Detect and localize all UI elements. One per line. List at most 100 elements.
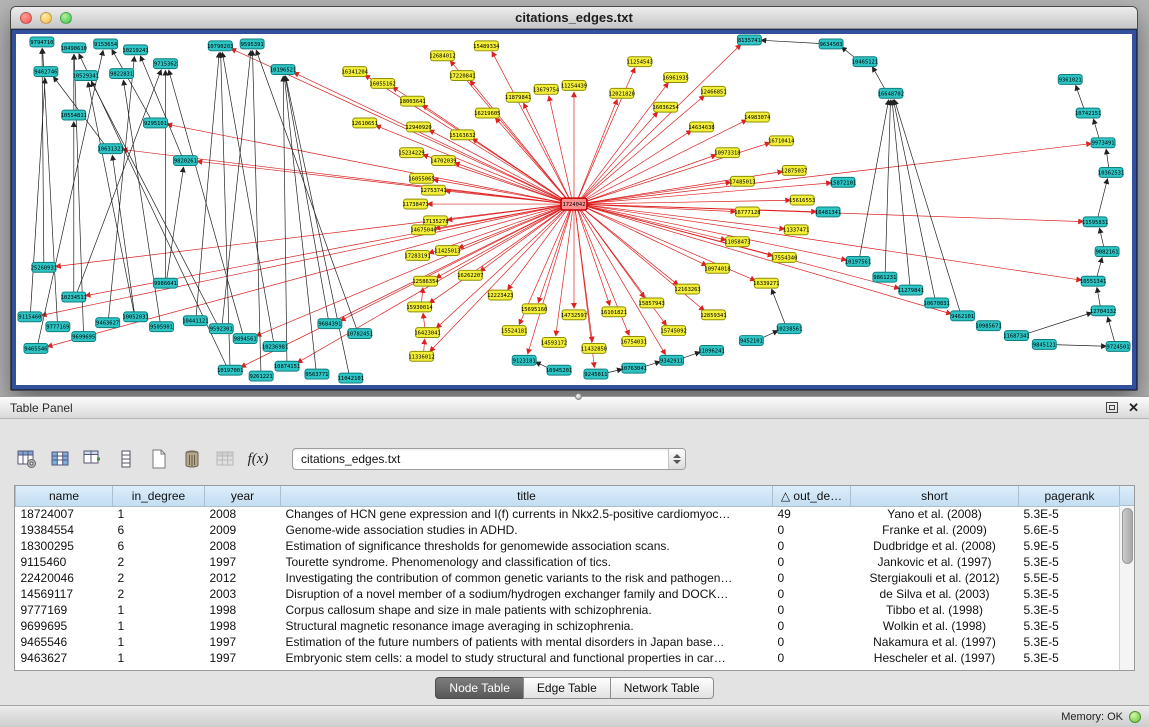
network-node[interactable]: 15930014 (406, 302, 433, 312)
cell-year[interactable]: 2003 (205, 586, 281, 602)
network-node-hub[interactable]: 1724042 (561, 198, 587, 210)
close-panel-icon[interactable]: ✕ (1128, 401, 1139, 414)
import-table-icon[interactable] (212, 446, 238, 472)
network-node[interactable]: 10670831 (924, 298, 950, 308)
network-node[interactable]: 8135741 (737, 35, 761, 45)
table-row[interactable]: 911546021997Tourette syndrome. Phenomeno… (16, 554, 1121, 570)
network-node[interactable]: 10790203 (207, 41, 233, 51)
network-node[interactable]: 16055065 (408, 173, 434, 183)
network-node[interactable]: 9973491 (1091, 138, 1115, 148)
network-node[interactable]: 10985671 (975, 321, 1001, 331)
table-selector-combobox[interactable]: citations_edges.txt (292, 448, 686, 470)
network-node[interactable]: 16754031 (621, 337, 647, 347)
cell-pagerank[interactable]: 5.3E-5 (1019, 602, 1121, 618)
network-node[interactable]: 9123181 (512, 355, 536, 365)
network-node[interactable]: 9777169 (46, 322, 70, 332)
cell-pagerank[interactable]: 5.3E-5 (1019, 650, 1121, 666)
network-node[interactable]: 16710414 (768, 136, 795, 146)
network-graph[interactable]: 1724042112544391202182016036254146346381… (16, 34, 1132, 385)
table-row[interactable]: 977716911998Corpus callosum shape and si… (16, 602, 1121, 618)
network-node[interactable]: 12875037 (781, 166, 807, 176)
cell-name[interactable]: 18724007 (16, 506, 113, 522)
network-node[interactable]: 9505901 (150, 322, 174, 332)
network-node[interactable]: 14983074 (744, 112, 771, 122)
cell-in-degree[interactable]: 2 (113, 570, 205, 586)
column-header-pagerank[interactable]: pagerank (1019, 486, 1121, 506)
table-mode-icon[interactable] (14, 446, 40, 472)
table-row[interactable]: 1830029562008Estimation of significance … (16, 538, 1121, 554)
network-node[interactable]: 9794710 (30, 37, 54, 47)
network-node[interactable]: 12021820 (609, 88, 635, 98)
cell-title[interactable]: Investigating the contribution of common… (281, 570, 773, 586)
cell-short[interactable]: Wolkin et al. (1998) (851, 618, 1019, 634)
cell-short[interactable]: Dudbridge et al. (2008) (851, 538, 1019, 554)
network-node[interactable]: 12223423 (487, 290, 513, 300)
cell-year[interactable]: 1998 (205, 618, 281, 634)
network-node[interactable]: 11058473 (724, 237, 750, 247)
network-node[interactable]: 10196521 (270, 65, 296, 75)
cell-pagerank[interactable]: 5.5E-5 (1019, 570, 1121, 586)
network-node[interactable]: 11425013 (434, 246, 460, 256)
cell-name[interactable]: 9777169 (16, 602, 113, 618)
network-node[interactable]: 11687341 (1003, 331, 1029, 341)
zoom-window-button[interactable] (60, 12, 72, 24)
cell-pagerank[interactable]: 5.6E-5 (1019, 522, 1121, 538)
network-node[interactable]: 18003641 (399, 96, 425, 106)
tab-edge-table[interactable]: Edge Table (523, 677, 611, 699)
network-node[interactable]: 9634503 (819, 39, 843, 49)
network-node[interactable]: 9115460 (18, 312, 42, 322)
network-node[interactable]: 17283191 (404, 251, 430, 261)
combobox-arrows-icon[interactable] (668, 449, 685, 469)
cell-short[interactable]: Jankovic et al. (1997) (851, 554, 1019, 570)
network-node[interactable]: 9820261 (173, 156, 197, 166)
network-node[interactable]: 17554340 (771, 253, 797, 263)
cell-title[interactable]: Estimation of significance thresholds fo… (281, 538, 773, 554)
network-node[interactable]: 9462746 (34, 67, 58, 77)
network-node[interactable]: 9861231 (873, 272, 897, 282)
cell-title[interactable]: Disruption of a novel member of a sodium… (281, 586, 773, 602)
tab-node-table[interactable]: Node Table (435, 677, 524, 699)
network-node[interactable]: 10236981 (262, 341, 288, 351)
cell-title[interactable]: Tourette syndrome. Phenomenology and cla… (281, 554, 773, 570)
network-node[interactable]: 12940920 (405, 122, 431, 132)
cell-in-degree[interactable]: 1 (113, 618, 205, 634)
network-node[interactable]: 15857943 (639, 298, 665, 308)
column-header-year[interactable]: year (205, 486, 281, 506)
cell-in-degree[interactable]: 1 (113, 650, 205, 666)
network-node[interactable]: 9452101 (739, 336, 763, 346)
network-node[interactable]: 10974018 (704, 263, 730, 273)
network-node[interactable]: 15524181 (501, 326, 527, 336)
network-node[interactable]: 10441121 (182, 316, 208, 326)
network-node[interactable]: 10551341 (1080, 276, 1106, 286)
cell-out-de-[interactable]: 49 (773, 506, 851, 522)
cell-name[interactable]: 9463627 (16, 650, 113, 666)
network-node[interactable]: 11879841 (505, 92, 531, 102)
cell-pagerank[interactable]: 5.9E-5 (1019, 538, 1121, 554)
network-node[interactable]: 11432850 (581, 343, 607, 353)
network-node[interactable]: 15616553 (789, 195, 815, 205)
cell-out-de-[interactable]: 0 (773, 602, 851, 618)
cell-in-degree[interactable]: 1 (113, 506, 205, 522)
network-node[interactable]: 14702039 (430, 156, 456, 166)
network-node[interactable]: 10197561 (845, 256, 871, 266)
network-node[interactable]: 16219605 (474, 108, 500, 118)
cell-pagerank[interactable]: 5.3E-5 (1019, 554, 1121, 570)
network-node[interactable]: 16262207 (457, 270, 483, 280)
network-node[interactable]: 16423041 (414, 328, 440, 338)
network-node[interactable]: 10631321 (98, 144, 124, 154)
cell-in-degree[interactable]: 1 (113, 634, 205, 650)
delete-column-icon[interactable] (179, 446, 205, 472)
network-node[interactable]: 11595831 (1082, 217, 1108, 227)
scrollbar-thumb[interactable] (1122, 508, 1133, 564)
network-node[interactable]: 14634638 (688, 122, 714, 132)
network-node[interactable]: 16055162 (370, 78, 396, 88)
network-node[interactable]: 15489334 (473, 41, 500, 51)
cell-out-de-[interactable]: 0 (773, 650, 851, 666)
network-node[interactable]: 10219241 (122, 45, 148, 55)
network-node[interactable]: 17485013 (729, 176, 755, 186)
cell-pagerank[interactable]: 5.3E-5 (1019, 618, 1121, 634)
network-node[interactable]: 12753741 (420, 185, 446, 195)
panel-splitter-grip[interactable] (575, 393, 582, 400)
network-node[interactable]: 12586354 (412, 276, 439, 286)
network-node[interactable]: 9563771 (305, 369, 329, 379)
